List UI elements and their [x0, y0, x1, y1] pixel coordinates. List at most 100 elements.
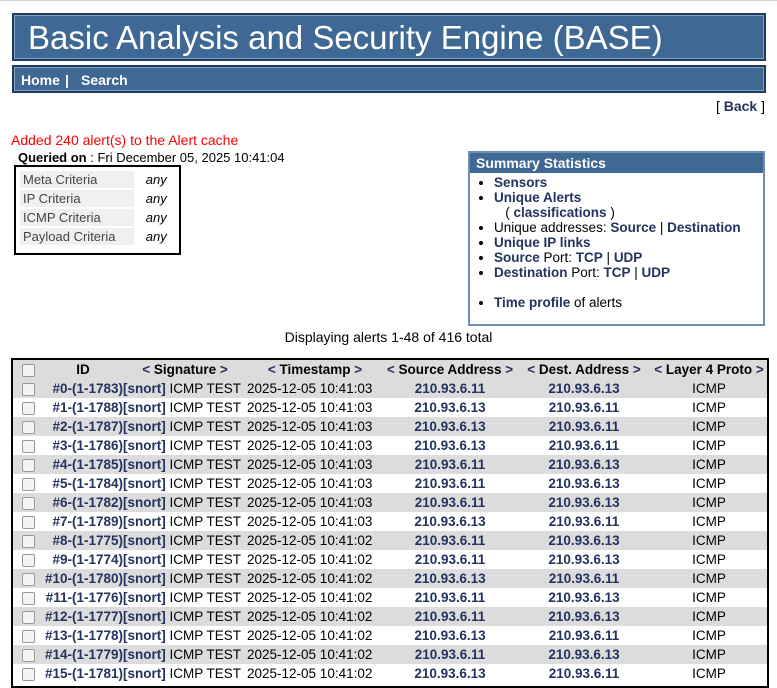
source-address-link[interactable]: 210.93.6.13	[414, 419, 485, 434]
unique-alerts-link[interactable]: Unique Alerts	[494, 190, 581, 205]
dest-address-link[interactable]: 210.93.6.11	[549, 628, 620, 643]
row-checkbox[interactable]	[21, 629, 35, 643]
row-checkbox[interactable]	[21, 572, 35, 586]
alert-id-link[interactable]: #3-(1-1786)	[52, 438, 123, 453]
row-checkbox[interactable]	[21, 667, 35, 681]
row-checkbox[interactable]	[21, 458, 35, 472]
dest-address-link[interactable]: 210.93.6.13	[548, 457, 619, 472]
signature-ref-link[interactable]: [snort]	[123, 647, 166, 662]
signature-ref-link[interactable]: [snort]	[123, 552, 166, 567]
sort-asc-arrow[interactable]: <	[387, 362, 395, 377]
dest-address-link[interactable]: 210.93.6.11	[549, 514, 620, 529]
row-checkbox[interactable]	[21, 496, 35, 510]
signature-ref-link[interactable]: [snort]	[123, 381, 166, 396]
source-address-link[interactable]: 210.93.6.11	[415, 647, 486, 662]
row-checkbox[interactable]	[21, 553, 35, 567]
time-profile-link[interactable]: Time profile	[494, 295, 570, 310]
destination-port-udp-link[interactable]: UDP	[642, 265, 671, 280]
source-port-udp-link[interactable]: UDP	[614, 250, 643, 265]
dest-address-link[interactable]: 210.93.6.13	[548, 476, 619, 491]
sort-desc-arrow[interactable]: >	[354, 362, 362, 377]
dest-address-link[interactable]: 210.93.6.13	[548, 609, 619, 624]
source-address-link[interactable]: 210.93.6.13	[414, 628, 485, 643]
source-address-link[interactable]: 210.93.6.11	[415, 533, 486, 548]
alert-id-link[interactable]: #4-(1-1785)	[52, 457, 123, 472]
alert-id-link[interactable]: #7-(1-1789)	[52, 514, 123, 529]
source-address-link[interactable]: 210.93.6.13	[414, 400, 485, 415]
row-checkbox[interactable]	[21, 610, 35, 624]
source-address-link[interactable]: 210.93.6.11	[415, 381, 486, 396]
sort-desc-arrow[interactable]: >	[756, 362, 764, 377]
signature-ref-link[interactable]: [snort]	[123, 457, 166, 472]
sort-asc-arrow[interactable]: <	[654, 362, 662, 377]
alert-id-link[interactable]: #13-(1-1778)	[45, 628, 123, 643]
alert-id-link[interactable]: #1-(1-1788)	[52, 400, 123, 415]
alert-id-link[interactable]: #10-(1-1780)	[45, 571, 123, 586]
alert-id-link[interactable]: #9-(1-1774)	[52, 552, 123, 567]
sort-asc-arrow[interactable]: <	[527, 362, 535, 377]
row-checkbox[interactable]	[21, 439, 35, 453]
dest-address-link[interactable]: 210.93.6.13	[548, 552, 619, 567]
unique-source-link[interactable]: Source	[610, 220, 656, 235]
alert-id-link[interactable]: #6-(1-1782)	[52, 495, 123, 510]
source-address-link[interactable]: 210.93.6.13	[414, 571, 485, 586]
source-address-link[interactable]: 210.93.6.11	[415, 495, 486, 510]
signature-ref-link[interactable]: [snort]	[123, 400, 166, 415]
row-checkbox[interactable]	[21, 420, 35, 434]
source-address-link[interactable]: 210.93.6.13	[414, 666, 485, 681]
alert-id-link[interactable]: #0-(1-1783)	[52, 381, 123, 396]
dest-address-link[interactable]: 210.93.6.13	[548, 533, 619, 548]
sort-desc-arrow[interactable]: >	[633, 362, 641, 377]
source-port-tcp-link[interactable]: TCP	[576, 250, 603, 265]
destination-port-link[interactable]: Destination	[494, 265, 568, 280]
dest-address-link[interactable]: 210.93.6.13	[548, 590, 619, 605]
row-checkbox[interactable]	[21, 477, 35, 491]
nav-search-link[interactable]: Search	[81, 72, 128, 88]
unique-destination-link[interactable]: Destination	[667, 220, 741, 235]
dest-address-link[interactable]: 210.93.6.11	[549, 571, 620, 586]
source-address-link[interactable]: 210.93.6.11	[415, 476, 486, 491]
source-port-link[interactable]: Source	[494, 250, 540, 265]
signature-ref-link[interactable]: [snort]	[123, 495, 166, 510]
dest-address-link[interactable]: 210.93.6.13	[548, 495, 619, 510]
sort-desc-arrow[interactable]: >	[505, 362, 513, 377]
signature-ref-link[interactable]: [snort]	[123, 476, 166, 491]
signature-ref-link[interactable]: [snort]	[123, 438, 166, 453]
row-checkbox[interactable]	[21, 382, 35, 396]
destination-port-tcp-link[interactable]: TCP	[604, 265, 631, 280]
row-checkbox[interactable]	[21, 515, 35, 529]
signature-ref-link[interactable]: [snort]	[123, 628, 166, 643]
row-checkbox[interactable]	[21, 648, 35, 662]
select-all-checkbox[interactable]	[21, 363, 35, 377]
dest-address-link[interactable]: 210.93.6.13	[548, 647, 619, 662]
source-address-link[interactable]: 210.93.6.13	[414, 438, 485, 453]
alert-id-link[interactable]: #5-(1-1784)	[52, 476, 123, 491]
alert-id-link[interactable]: #14-(1-1779)	[45, 647, 123, 662]
signature-ref-link[interactable]: [snort]	[123, 419, 166, 434]
sort-desc-arrow[interactable]: >	[220, 362, 228, 377]
signature-ref-link[interactable]: [snort]	[123, 666, 166, 681]
source-address-link[interactable]: 210.93.6.11	[415, 552, 486, 567]
signature-ref-link[interactable]: [snort]	[123, 571, 166, 586]
signature-ref-link[interactable]: [snort]	[123, 514, 166, 529]
alert-id-link[interactable]: #8-(1-1775)	[52, 533, 123, 548]
dest-address-link[interactable]: 210.93.6.11	[549, 419, 620, 434]
alert-id-link[interactable]: #2-(1-1787)	[52, 419, 123, 434]
alert-id-link[interactable]: #12-(1-1777)	[45, 609, 123, 624]
signature-ref-link[interactable]: [snort]	[123, 533, 166, 548]
sort-asc-arrow[interactable]: <	[268, 362, 276, 377]
row-checkbox[interactable]	[21, 534, 35, 548]
sensors-link[interactable]: Sensors	[494, 175, 547, 190]
source-address-link[interactable]: 210.93.6.13	[414, 514, 485, 529]
dest-address-link[interactable]: 210.93.6.13	[548, 381, 619, 396]
sort-asc-arrow[interactable]: <	[142, 362, 150, 377]
dest-address-link[interactable]: 210.93.6.11	[549, 400, 620, 415]
alert-id-link[interactable]: #11-(1-1776)	[46, 590, 123, 605]
classifications-link[interactable]: classifications	[514, 205, 607, 220]
dest-address-link[interactable]: 210.93.6.11	[549, 666, 620, 681]
dest-address-link[interactable]: 210.93.6.11	[549, 438, 620, 453]
source-address-link[interactable]: 210.93.6.11	[415, 457, 486, 472]
row-checkbox[interactable]	[21, 401, 35, 415]
back-link[interactable]: Back	[724, 98, 757, 114]
signature-ref-link[interactable]: [snort]	[123, 609, 166, 624]
